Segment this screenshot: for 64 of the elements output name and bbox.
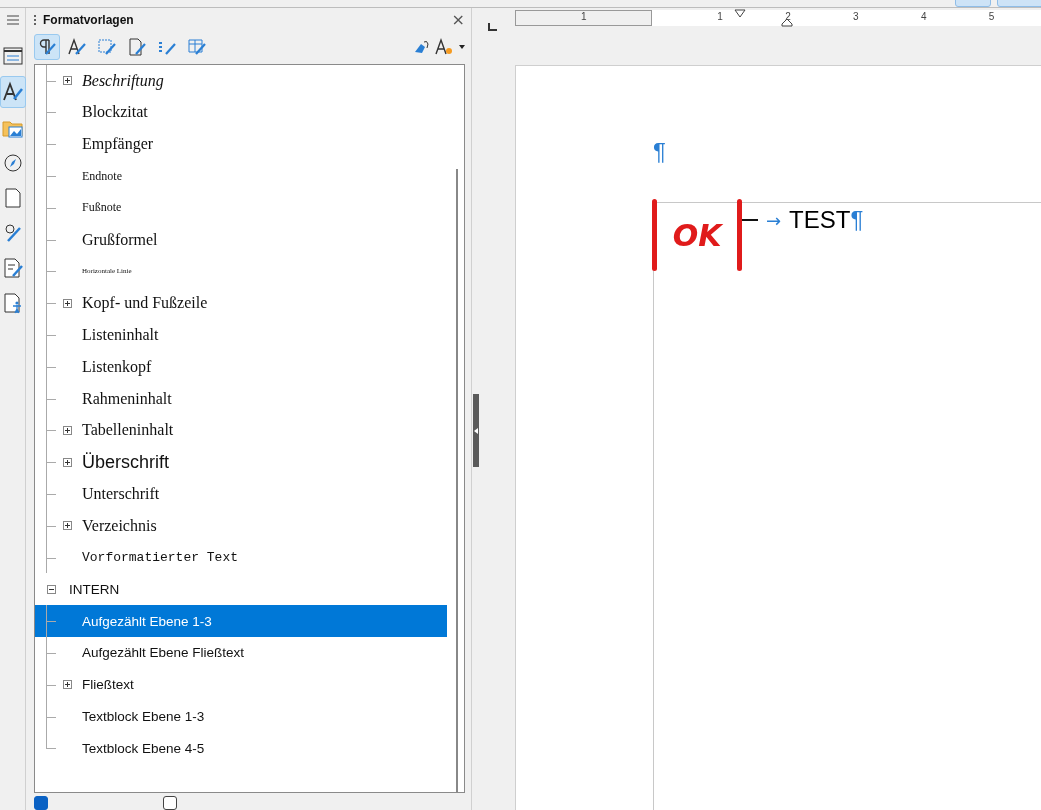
properties-icon <box>1 45 24 67</box>
style-item[interactable]: Textblock Ebene 4-5 <box>82 740 205 756</box>
collapse-handle[interactable] <box>473 394 479 467</box>
style-item[interactable]: Unterschrift <box>82 484 160 503</box>
selected-row[interactable]: Aufgezählt Ebene 1-3 <box>35 605 447 638</box>
scrollbar[interactable] <box>456 168 458 792</box>
checkbox[interactable] <box>163 796 177 810</box>
indent-marker[interactable] <box>781 18 793 27</box>
indent-marker[interactable] <box>734 9 746 18</box>
style-item[interactable]: Grußformel <box>82 230 158 249</box>
ruler-number: 4 <box>920 11 927 22</box>
style-item[interactable]: Empfänger <box>82 135 154 154</box>
style-item[interactable]: Rahmeninhalt <box>82 389 172 408</box>
ruler-number: 5 <box>988 11 995 22</box>
page-style-icon <box>127 36 147 57</box>
ruler-number: 1 <box>717 11 723 22</box>
new-style-icon[interactable] <box>435 36 465 57</box>
tab-stop-icon[interactable] <box>488 23 498 31</box>
style-item[interactable]: Aufgezählt Ebene Fließtext <box>82 645 245 661</box>
style-item[interactable]: Beschriftung <box>82 71 164 90</box>
frame-style-icon <box>97 36 117 57</box>
navigator-icon <box>1 152 24 174</box>
panel-title: Formatvorlagen <box>43 12 134 27</box>
collapse-icon <box>474 427 478 434</box>
style-item[interactable]: Blockzitat <box>82 103 148 122</box>
grip-icon <box>33 13 37 26</box>
style-item[interactable]: Vorformatierter Text <box>82 550 239 566</box>
expand-icon[interactable] <box>63 425 72 435</box>
style-item[interactable]: Überschrift <box>82 451 170 473</box>
style-category-button[interactable] <box>34 33 60 60</box>
style-item[interactable]: Tabelleninhalt <box>82 421 174 440</box>
style-item[interactable]: Listenkopf <box>82 357 152 376</box>
accessibility-icon <box>1 292 24 314</box>
expand-icon[interactable] <box>63 521 72 531</box>
style-item[interactable]: Fußnote <box>82 200 122 216</box>
dash-mark <box>742 219 758 221</box>
style-item[interactable]: INTERN <box>69 581 120 597</box>
styles-icon <box>1 81 24 103</box>
expand-icon[interactable] <box>63 298 72 308</box>
sidebar-tab[interactable] <box>0 76 26 108</box>
manage-changes-icon <box>1 257 24 279</box>
paragraph-mark: ¶ <box>850 206 864 234</box>
collapse-icon[interactable] <box>47 584 56 594</box>
checkbox[interactable] <box>34 796 48 810</box>
paragraph-mark: ¶ <box>653 138 666 166</box>
expand-icon[interactable] <box>63 680 72 690</box>
style-item[interactable]: Verzeichnis <box>82 516 157 535</box>
annotation: OK <box>652 199 742 271</box>
ruler-number: 3 <box>853 11 859 22</box>
table-style-icon <box>187 36 207 57</box>
style-item[interactable]: Listeninhalt <box>82 326 159 344</box>
document-text: TEST <box>789 206 851 234</box>
style-item[interactable]: Kopf- und Fußzeile <box>82 294 208 313</box>
style-item[interactable]: Fließtext <box>82 677 134 693</box>
character-style-icon <box>67 36 87 57</box>
tab-arrow: → <box>766 209 782 231</box>
ruler-number: 1 <box>580 11 587 22</box>
close-button[interactable]: × <box>445 10 471 30</box>
expand-icon[interactable] <box>63 457 72 467</box>
expand-icon[interactable] <box>63 76 72 86</box>
style-item[interactable]: Aufgezählt Ebene 1-3 <box>82 613 212 629</box>
style-item[interactable]: Textblock Ebene 1-3 <box>82 709 205 725</box>
paragraph-style-icon <box>37 36 57 57</box>
style-item[interactable]: Endnote <box>82 168 122 184</box>
